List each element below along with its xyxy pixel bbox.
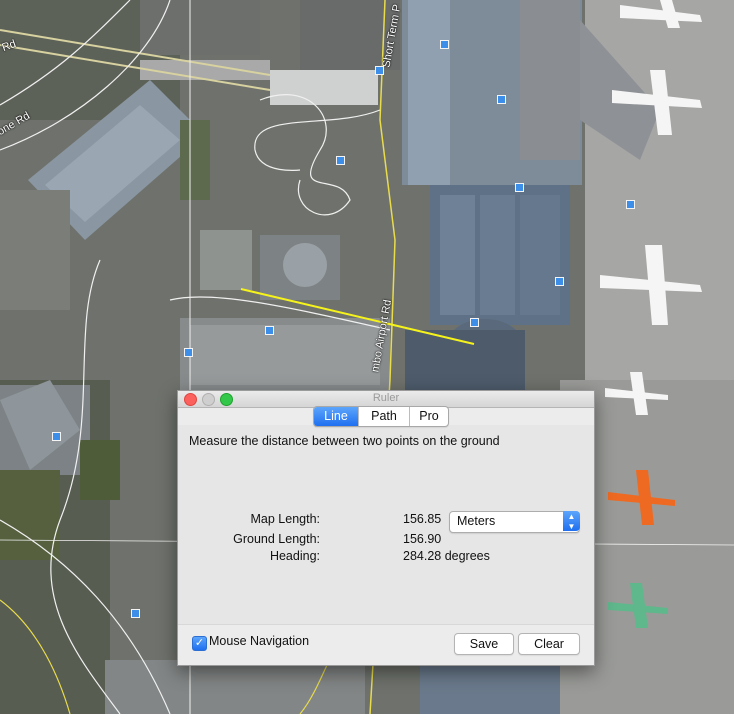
heading-label: Heading: xyxy=(269,549,320,563)
mouse-navigation-label[interactable]: Mouse Navigation xyxy=(209,634,309,648)
photo-marker[interactable] xyxy=(555,277,564,286)
photo-marker[interactable] xyxy=(515,183,524,192)
ruler-tab-bar: Line Path Pro xyxy=(313,406,449,427)
ruler-description: Measure the distance between two points … xyxy=(189,434,500,448)
photo-marker[interactable] xyxy=(497,95,506,104)
map-length-value: 156.85 xyxy=(403,512,442,526)
ground-length-value: 156.90 xyxy=(403,532,442,546)
window-title: Ruler xyxy=(372,392,400,404)
photo-marker[interactable] xyxy=(470,318,479,327)
photo-marker[interactable] xyxy=(440,40,449,49)
mouse-navigation-checkbox[interactable]: ✓ xyxy=(192,636,207,651)
heading-value: 284.28 degrees xyxy=(403,549,490,563)
photo-marker[interactable] xyxy=(265,326,274,335)
unit-select-value: Meters xyxy=(457,514,496,528)
updown-chevron-icon: ▲ ▼ xyxy=(563,511,580,531)
save-button[interactable]: Save xyxy=(454,633,514,655)
photo-marker[interactable] xyxy=(131,609,140,618)
tab-pro[interactable]: Pro xyxy=(410,407,448,426)
tab-line[interactable]: Line xyxy=(314,407,359,426)
photo-marker[interactable] xyxy=(375,66,384,75)
photo-marker[interactable] xyxy=(52,432,61,441)
map-length-label: Map Length: xyxy=(250,512,321,526)
ruler-window: Ruler Line Path Pro Measure the distance… xyxy=(177,390,595,666)
photo-marker[interactable] xyxy=(184,348,193,357)
photo-marker[interactable] xyxy=(626,200,635,209)
photo-marker[interactable] xyxy=(336,156,345,165)
clear-button[interactable]: Clear xyxy=(518,633,580,655)
unit-select[interactable]: Meters ▲ ▼ xyxy=(449,511,580,533)
ground-length-label: Ground Length: xyxy=(233,532,320,546)
tab-path[interactable]: Path xyxy=(359,407,410,426)
